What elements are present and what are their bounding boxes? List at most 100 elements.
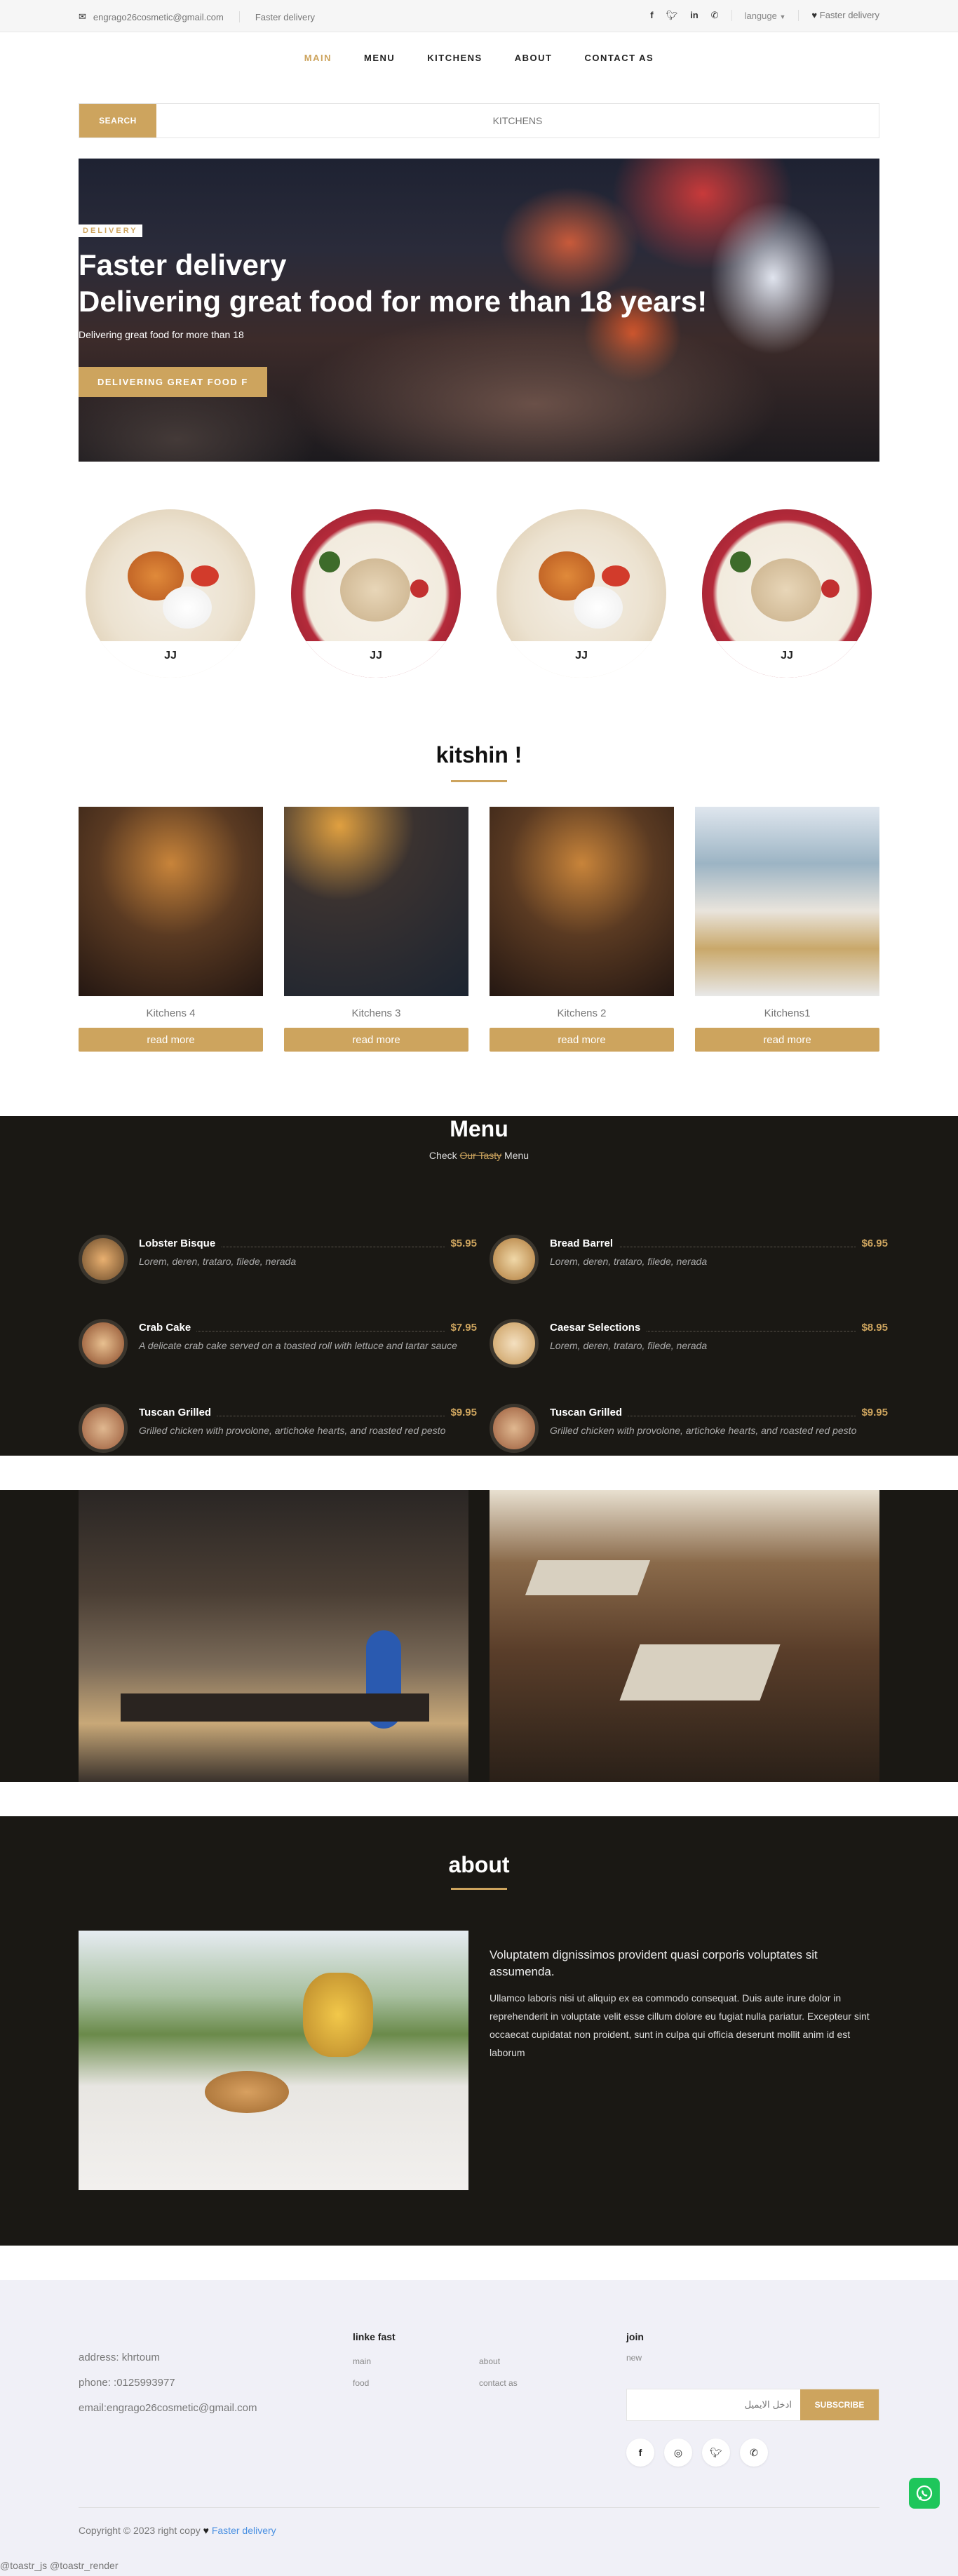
menu-item-thumb [490,1319,539,1368]
kitchen-card: Kitchens 2 read more [490,807,674,1052]
footer: address: khrtoum phone: :0125993977 emai… [0,2280,958,2576]
kitchen-image [695,807,879,996]
menu-item-desc: A delicate crab cake served on a toasted… [139,1340,457,1351]
menu-item[interactable]: Lobster Bisque $5.95 Lorem, deren, trata… [79,1235,477,1298]
menu-item-desc: Grilled chicken with provolone, artichok… [139,1425,446,1436]
hero-tag: DELIVERY [79,224,142,237]
menu-item-desc: Lorem, deren, trataro, filede, nerada [550,1256,708,1267]
menu-subtitle-post: Menu [501,1150,529,1161]
divider [798,10,800,21]
footer-email[interactable]: email:engrago26cosmetic@gmail.com [79,2396,257,2421]
footer-link-contact[interactable]: contact as [479,2378,518,2388]
whatsapp-icon[interactable]: ✆ [711,9,719,22]
nav-main[interactable]: MAIN [304,53,332,63]
menu-item[interactable]: Caesar Selections $8.95 Lorem, deren, tr… [490,1319,888,1382]
copyright-text: Copyright © 2023 right copy [79,2525,201,2536]
menu-item-thumb [79,1235,128,1284]
footer-join-sub: new [626,2353,642,2363]
kitchen-name: Kitchens 2 [557,1007,607,1019]
kitchen-name: Kitchens 3 [351,1007,401,1019]
hero-title: Faster delivery Delivering great food for… [79,247,707,320]
menu-subtitle-pre: Check [429,1150,460,1161]
wishlist-link[interactable]: ♥ Faster delivery [811,9,879,22]
menu-item-thumb [79,1319,128,1368]
footer-links-title: linke fast [353,2331,396,2342]
title-underline [451,780,507,782]
dish-label: JJ [164,650,177,662]
twitter-icon[interactable]: 🐦︎ [702,2439,730,2467]
instagram-icon[interactable]: ◎ [664,2439,692,2467]
menu-item[interactable]: Tuscan Grilled $9.95 Grilled chicken wit… [490,1404,888,1467]
facebook-icon[interactable]: f [626,2439,654,2467]
dish-card[interactable]: JJ [291,509,461,678]
menu-item-name: Crab Cake [139,1322,197,1334]
dish-card[interactable]: JJ [497,509,666,678]
read-more-button[interactable]: read more [284,1028,468,1052]
menu-item[interactable]: Bread Barrel $6.95 Lorem, deren, trataro… [490,1235,888,1298]
whatsapp-icon[interactable]: ✆ [740,2439,768,2467]
dish-card[interactable]: JJ [702,509,872,678]
read-more-button[interactable]: read more [79,1028,263,1052]
nav-about[interactable]: ABOUT [515,53,553,63]
menu-item-name: Tuscan Grilled [139,1407,217,1418]
menu-item-thumb [490,1404,539,1453]
whatsapp-icon [916,2485,933,2502]
menu-item-price: $9.95 [445,1407,477,1418]
menu-item-desc: Grilled chicken with provolone, artichok… [550,1425,857,1436]
footer-contact: address: khrtoum phone: :0125993977 emai… [79,2345,257,2421]
menu-item-price: $7.95 [445,1322,477,1334]
search-button[interactable]: SEARCH [79,104,156,137]
footer-divider [79,2507,879,2508]
menu-item-desc: Lorem, deren, trataro, filede, nerada [139,1256,297,1267]
main-nav: MAIN MENU KITCHENS ABOUT CONTACT AS [0,53,958,63]
menu-item-desc: Lorem, deren, trataro, filede, nerada [550,1340,708,1351]
linkedin-icon[interactable]: in [690,9,699,22]
wishlist-label: Faster delivery [819,10,879,20]
nav-kitchens[interactable]: KITCHENS [427,53,482,63]
gallery-image [79,1490,468,1782]
menu-item[interactable]: Crab Cake $7.95 A delicate crab cake ser… [79,1319,477,1382]
menu-item-price: $9.95 [856,1407,888,1418]
footer-link-about[interactable]: about [479,2356,500,2366]
nav-contact[interactable]: CONTACT AS [584,53,654,63]
footer-link-main[interactable]: main [353,2356,371,2366]
menu-subtitle: Check Our Tasty Menu [0,1150,958,1161]
heart-icon: ♥ [811,10,818,20]
facebook-icon[interactable]: f [650,9,653,22]
menu-item-thumb [490,1235,539,1284]
top-email[interactable]: engrago26cosmetic@gmail.com [93,12,224,22]
gallery-image [490,1490,879,1782]
read-more-button[interactable]: read more [695,1028,879,1052]
footer-phone: phone: :0125993977 [79,2377,175,2389]
language-select[interactable]: languge ▼ [745,11,786,21]
top-bar: ✉ engrago26cosmetic@gmail.com Faster del… [0,0,958,32]
footer-link-food[interactable]: food [353,2378,369,2388]
search-input[interactable] [156,104,879,137]
search-bar: SEARCH [79,103,879,138]
kitchen-image [284,807,468,996]
whatsapp-float-button[interactable] [909,2478,940,2509]
menu-item-name: Bread Barrel [550,1237,619,1249]
menu-item-price: $8.95 [856,1322,888,1334]
title-underline [451,1888,507,1890]
menu-item-price: $5.95 [445,1237,477,1249]
hero-cta-button[interactable]: DELIVERING GREAT FOOD F [79,367,267,397]
read-more-button[interactable]: read more [490,1028,674,1052]
menu-title: Menu [450,1116,508,1141]
subscribe-button[interactable]: SUBSCRIBE [800,2389,879,2420]
envelope-icon: ✉ [79,11,86,22]
heart-icon: ♥ [203,2525,209,2536]
about-body: Ullamco laboris nisi ut aliquip ex ea co… [490,1992,870,2058]
kitchen-name: Kitchens 4 [146,1007,196,1019]
nav-menu[interactable]: MENU [364,53,395,63]
menu-item[interactable]: Tuscan Grilled $9.95 Grilled chicken wit… [79,1404,477,1467]
newsletter-form: SUBSCRIBE [626,2389,879,2421]
menu-item-name: Lobster Bisque [139,1237,222,1249]
twitter-icon[interactable]: 🐦︎ [666,9,678,22]
hero-banner: DELIVERY Faster delivery Delivering great… [79,159,879,462]
gallery-section [0,1490,958,1782]
newsletter-email-input[interactable] [627,2389,800,2420]
copyright-brand-link[interactable]: Faster delivery [212,2525,276,2536]
menu-item-name: Tuscan Grilled [550,1407,628,1418]
dish-card[interactable]: JJ [86,509,255,678]
